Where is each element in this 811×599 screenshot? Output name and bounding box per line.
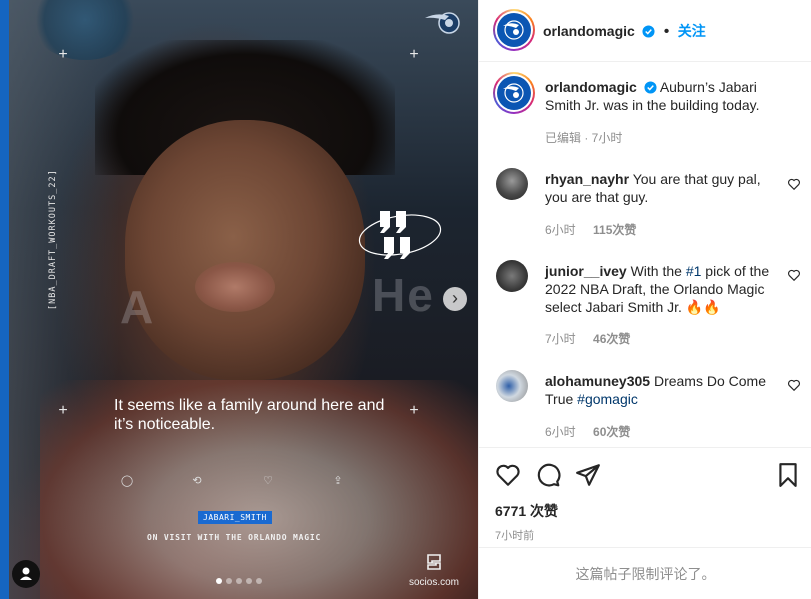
comment-time: 7小时 <box>545 332 576 346</box>
author-username[interactable]: orlandomagic <box>543 23 635 39</box>
comment-likes[interactable]: 115次赞 <box>593 223 636 237</box>
plus-mark: + <box>58 46 68 63</box>
chevron-right-icon: › <box>452 288 458 308</box>
comment-text: rhyan_nayhr You are that guy pal, you ar… <box>545 170 780 206</box>
sponsor-label: socios.com <box>408 577 459 588</box>
next-slide-button[interactable]: › <box>443 287 467 311</box>
tagged-users-button[interactable] <box>12 560 40 588</box>
comment-time: 6小时 <box>545 223 576 237</box>
heart-icon[interactable] <box>495 462 521 488</box>
header-row: orlandomagic • 关注 <box>543 21 706 41</box>
comment-likes[interactable]: 46次赞 <box>593 332 630 346</box>
verified-badge-icon <box>642 25 655 38</box>
comment-meta: 7小时 46次赞 <box>545 330 630 347</box>
post-sidebar: orlandomagic • 关注 orlandomagic Auburn’s … <box>478 0 811 599</box>
post-header: orlandomagic • 关注 <box>479 0 811 62</box>
carousel-dot <box>236 578 242 584</box>
action-bar <box>479 447 811 501</box>
comment-time: 6小时 <box>545 425 576 439</box>
commenter-avatar[interactable] <box>496 168 528 200</box>
follow-button[interactable]: 关注 <box>678 23 706 39</box>
photo-lips <box>195 262 275 312</box>
heart-outline-icon: ♡ <box>263 475 273 487</box>
sponsor-logo: socios.com <box>402 553 466 588</box>
comments-limited-notice: 这篇帖子限制评论了。 <box>479 547 811 599</box>
carousel-dot <box>256 578 262 584</box>
comment-text: alohamuney305 Dreams Do Come True #gomag… <box>545 372 780 408</box>
blue-edge-bar <box>0 0 9 599</box>
comment-outline-icon: ◯ <box>120 475 134 487</box>
comment-likes[interactable]: 60次赞 <box>593 425 630 439</box>
quote-icon <box>358 211 442 259</box>
caption-username[interactable]: orlandomagic <box>545 79 637 95</box>
magic-logo-icon <box>497 13 531 47</box>
carousel-dot <box>226 578 232 584</box>
caption-author-avatar[interactable] <box>493 72 535 114</box>
visit-subtitle: ON VISIT WITH THE ORLANDO MAGIC <box>147 533 322 542</box>
caption-meta: 已编辑 · 7小时 <box>545 131 623 145</box>
plus-mark: + <box>58 402 68 419</box>
plus-mark: + <box>409 402 419 419</box>
comment-meta: 6小时 60次赞 <box>545 423 630 440</box>
commenter-username[interactable]: alohamuney305 <box>545 373 650 389</box>
hashtag-link[interactable]: #gomagic <box>577 391 638 407</box>
carousel-dot <box>216 578 222 584</box>
background-letters-left: A <box>120 281 156 333</box>
comment-like-icon[interactable] <box>787 268 801 282</box>
share-icon: ⇪ <box>333 475 343 487</box>
repost-icon: ⟲ <box>192 475 202 487</box>
like-count[interactable]: 6771 次赞 <box>495 501 558 521</box>
magic-logo-icon <box>497 76 531 110</box>
verified-badge-icon <box>644 81 657 94</box>
author-avatar[interactable] <box>493 9 535 51</box>
header-separator: • <box>663 23 670 40</box>
commenter-avatar[interactable] <box>496 260 528 292</box>
background-letters-right: He <box>372 269 435 321</box>
post-media[interactable]: A He [NBA_DRAFT_WORKOUTS_22] + + + + It … <box>0 0 478 599</box>
hashtag-link[interactable]: #1 <box>686 263 702 279</box>
comment-icon[interactable] <box>535 462 561 488</box>
socios-logo-icon <box>427 554 441 570</box>
comment-like-icon[interactable] <box>787 177 801 191</box>
paper-plane-icon[interactable] <box>575 462 601 488</box>
comment-body: With the <box>630 263 686 279</box>
plus-mark: + <box>409 46 419 63</box>
carousel-dot <box>246 578 252 584</box>
comment-meta: 6小时 115次赞 <box>545 221 636 238</box>
post-time: 7小时前 <box>495 530 535 542</box>
magic-logo-icon <box>425 12 460 34</box>
commenter-avatar[interactable] <box>496 370 528 402</box>
carousel-indicator <box>216 578 262 584</box>
comment-like-icon[interactable] <box>787 378 801 392</box>
user-icon <box>20 567 32 580</box>
bookmark-icon[interactable] <box>775 462 801 488</box>
name-tag: JABARI_SMITH <box>198 511 272 524</box>
comment-text: junior__ivey With the #1 pick of the 202… <box>545 262 780 316</box>
commenter-username[interactable]: junior__ivey <box>545 263 627 279</box>
commenter-username[interactable]: rhyan_nayhr <box>545 171 629 187</box>
vertical-tag: [NBA_DRAFT_WORKOUTS_22] <box>48 169 58 310</box>
quote-text: It seems like a family around here and i… <box>114 397 385 433</box>
photo-face <box>125 120 365 380</box>
caption-text-block: orlandomagic Auburn’s Jabari Smith Jr. w… <box>545 78 795 114</box>
